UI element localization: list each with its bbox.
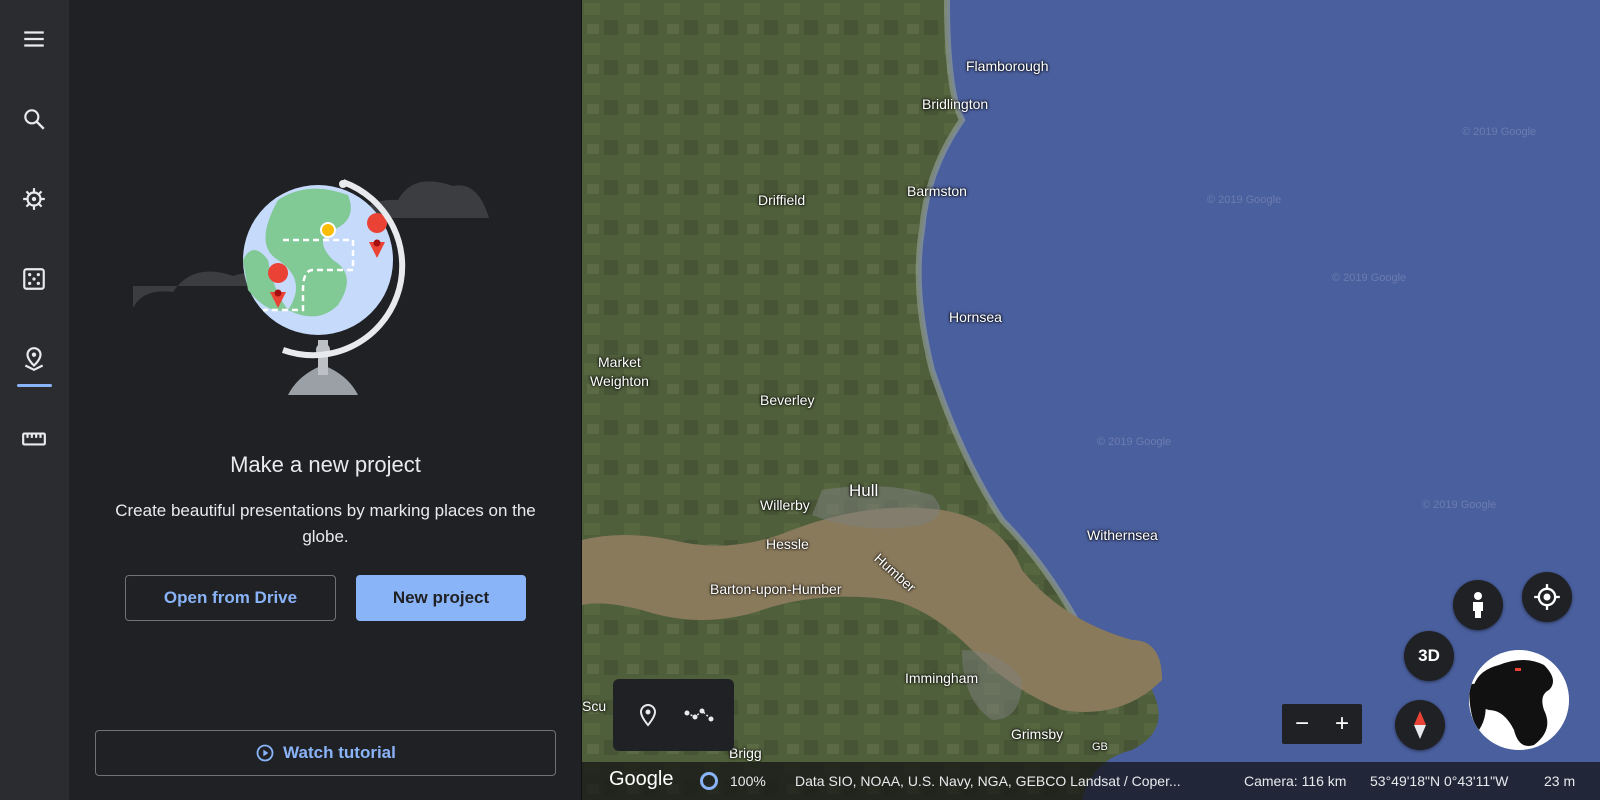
zoom-in-button[interactable]: +	[1335, 712, 1349, 736]
path-icon	[684, 708, 714, 722]
globe-icon	[1469, 650, 1569, 750]
place-label[interactable]: Grimsby	[1011, 726, 1063, 742]
search-button[interactable]	[14, 99, 54, 139]
satellite-imagery	[582, 0, 1600, 800]
zoom-controls: − +	[1282, 704, 1362, 744]
toggle-3d-button[interactable]: 3D	[1404, 631, 1454, 681]
place-label[interactable]: GB	[1092, 741, 1108, 753]
pegman-icon	[1473, 592, 1483, 618]
projects-panel: Make a new project Create beautiful pres…	[69, 0, 582, 800]
status-bar: Google 100% Data SIO, NOAA, U.S. Navy, N…	[582, 762, 1600, 800]
menu-icon	[24, 31, 44, 47]
imagery-copyright: © 2019 Google	[1462, 126, 1537, 138]
data-attribution[interactable]: Data SIO, NOAA, U.S. Navy, NGA, GEBCO La…	[795, 773, 1181, 789]
overview-globe[interactable]	[1469, 650, 1569, 750]
place-label[interactable]: Hessle	[766, 536, 809, 552]
place-label[interactable]: Bridlington	[922, 96, 988, 112]
left-rail	[0, 0, 69, 800]
my-location-button[interactable]	[1522, 572, 1572, 622]
imagery-copyright: © 2019 Google	[1207, 194, 1282, 206]
place-label[interactable]: Barmston	[907, 183, 967, 199]
voyager-button[interactable]	[14, 179, 54, 219]
camera-altitude: Camera: 116 km	[1244, 773, 1347, 789]
measure-icon	[22, 432, 46, 446]
play-circle-icon	[256, 744, 274, 762]
globe-illustration	[133, 179, 489, 395]
place-label[interactable]: Hull	[849, 481, 878, 501]
feeling-lucky-button[interactable]	[14, 259, 54, 299]
projects-button[interactable]	[14, 339, 54, 379]
active-indicator	[17, 384, 52, 387]
imagery-copyright: © 2019 Google	[1422, 499, 1497, 511]
draw-line-button[interactable]	[680, 696, 718, 734]
projects-icon	[24, 347, 44, 372]
cursor-coordinates: 53°49'18"N 0°43'11"W	[1370, 773, 1509, 789]
place-label[interactable]: Weighton	[590, 373, 649, 389]
watch-tutorial-button[interactable]: Watch tutorial	[95, 730, 556, 776]
add-placemark-button[interactable]	[629, 696, 667, 734]
new-project-button[interactable]: New project	[356, 575, 526, 621]
place-label[interactable]: Market	[598, 354, 641, 370]
place-label[interactable]: Scu	[582, 698, 606, 714]
placemark-icon	[640, 703, 657, 727]
map-drawing-toolbar	[613, 679, 734, 751]
compass-button[interactable]	[1395, 700, 1445, 750]
google-earth-app: Make a new project Create beautiful pres…	[0, 0, 1600, 800]
elevation: 23 m	[1544, 773, 1576, 789]
place-label[interactable]: Immingham	[905, 670, 978, 686]
feeling-lucky-icon	[23, 268, 45, 290]
place-label[interactable]: Barton-upon-Humber	[710, 581, 842, 597]
measure-button[interactable]	[14, 419, 54, 459]
map-viewport[interactable]: © 2019 Google © 2019 Google © 2019 Googl…	[582, 0, 1600, 800]
load-percent: 100%	[730, 773, 766, 789]
my-location-icon	[1534, 584, 1560, 610]
menu-button[interactable]	[14, 19, 54, 59]
compass-icon	[1414, 711, 1426, 739]
zoom-out-button[interactable]: −	[1295, 712, 1309, 736]
search-icon	[24, 109, 45, 130]
place-label[interactable]: Driffield	[758, 192, 805, 208]
google-logo: Google	[609, 768, 674, 790]
place-label[interactable]: Hornsea	[949, 309, 1002, 325]
imagery-copyright: © 2019 Google	[1097, 436, 1172, 448]
place-label[interactable]: Beverley	[760, 392, 814, 408]
place-label[interactable]: Brigg	[729, 745, 762, 761]
panel-title: Make a new project	[230, 452, 421, 477]
loading-indicator-icon	[700, 772, 718, 790]
open-from-drive-button[interactable]: Open from Drive	[125, 575, 336, 621]
place-label[interactable]: Flamborough	[966, 58, 1049, 74]
street-view-button[interactable]	[1453, 580, 1503, 630]
place-label[interactable]: Withernsea	[1087, 527, 1158, 543]
watch-tutorial-label: Watch tutorial	[283, 743, 396, 762]
panel-description: Create beautiful presentations by markin…	[115, 501, 536, 546]
imagery-copyright: © 2019 Google	[1332, 272, 1407, 284]
voyager-icon	[23, 188, 45, 210]
place-label[interactable]: Willerby	[760, 497, 810, 513]
